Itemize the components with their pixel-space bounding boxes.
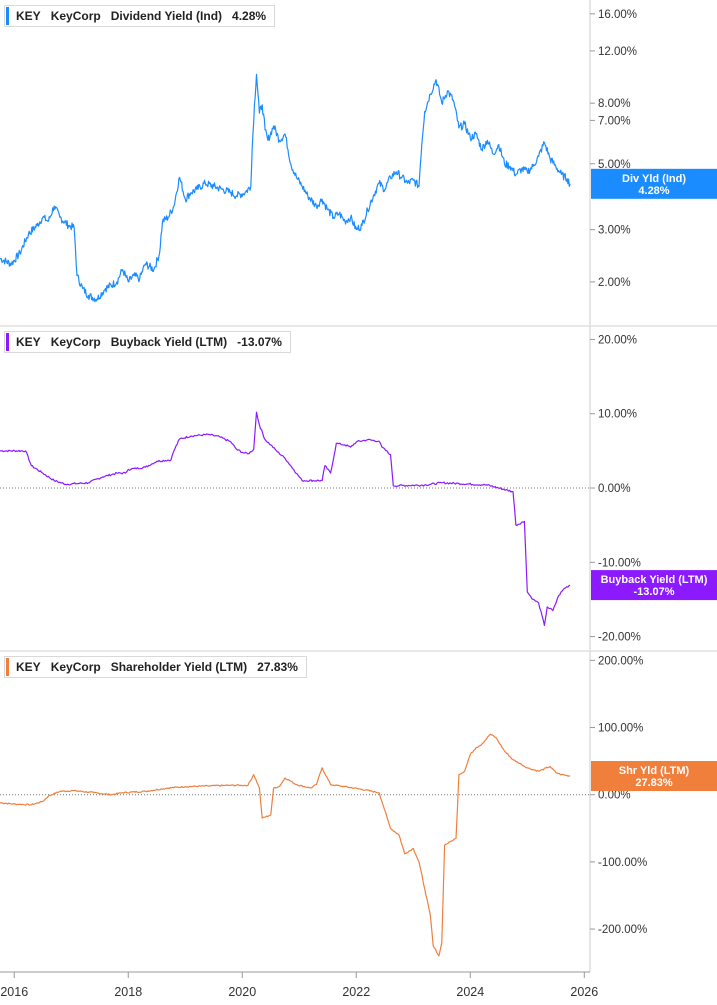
y-tick-label: 16.00% <box>598 9 637 21</box>
y-tick-label: 0.00% <box>598 483 631 495</box>
value-flag-value: -13.07% <box>634 586 675 598</box>
value-flag-label: Buyback Yield (LTM) <box>601 574 708 586</box>
legend-swatch <box>6 7 9 25</box>
legend-ticker: KEY <box>16 335 41 349</box>
legend-company: KeyCorp <box>50 9 101 23</box>
legend-metric: Shareholder Yield (LTM) <box>110 660 248 674</box>
legend-metric: Dividend Yield (Ind) <box>110 9 223 23</box>
x-tick-label: 2016 <box>0 985 28 999</box>
panel-1: 20.00% 10.00% 0.00% -10.00% -20.00% Buyback Y… <box>0 325 717 650</box>
x-tick-label: 2020 <box>228 985 256 999</box>
x-axis: 2016 2018 2020 2022 2024 2026 <box>0 971 598 999</box>
y-tick-label: 7.00% <box>598 115 631 127</box>
y-tick-label: -200.00% <box>598 924 647 936</box>
y-tick-label: 2.00% <box>598 277 631 289</box>
value-flag: Div Yld (Ind)4.28% <box>591 168 717 199</box>
y-tick-label: 20.00% <box>598 334 637 346</box>
y-tick-label: 8.00% <box>598 98 631 110</box>
y-tick-label: 100.00% <box>598 723 643 735</box>
series-line[interactable] <box>0 733 571 957</box>
panel-2: 200.00% 100.00% 0.00% -100.00% -200.00% Shr Y… <box>0 650 717 972</box>
x-tick-label: 2022 <box>342 985 370 999</box>
y-tick-label: 12.00% <box>598 46 637 58</box>
legend-value: 4.28% <box>232 9 267 23</box>
x-tick-label: 2024 <box>456 985 484 999</box>
y-tick-label: -20.00% <box>598 632 641 644</box>
value-flag-label: Shr Yld (LTM) <box>619 765 690 777</box>
legend-company: KeyCorp <box>50 335 101 349</box>
panel-0: 2.00%3.00%5.00%7.00%8.00%12.00%16.00%Div… <box>0 0 717 325</box>
legend-dividend-yield[interactable]: KEY KeyCorp Dividend Yield (Ind) 4.28% <box>4 5 276 27</box>
legend-company: KeyCorp <box>50 660 101 674</box>
legend-value: 27.83% <box>257 660 298 674</box>
legend-buyback-yield[interactable]: KEY KeyCorp Buyback Yield (LTM) -13.07% <box>4 331 291 353</box>
series-line[interactable] <box>0 73 571 303</box>
y-tick-label: -100.00% <box>598 857 647 869</box>
value-flag-value: 4.28% <box>638 185 669 197</box>
x-tick-label: 2026 <box>570 985 598 999</box>
y-tick-label: 3.00% <box>598 225 631 237</box>
legend-shareholder-yield[interactable]: KEY KeyCorp Shareholder Yield (LTM) 27.8… <box>4 656 307 678</box>
legend-value: -13.07% <box>237 335 282 349</box>
series-line[interactable] <box>0 411 571 626</box>
value-flag-value: 27.83% <box>635 777 673 789</box>
legend-swatch <box>6 658 9 676</box>
chart-canvas: 2.00%3.00%5.00%7.00%8.00%12.00%16.00%Div… <box>0 0 717 999</box>
legend-metric: Buyback Yield (LTM) <box>110 335 228 349</box>
y-tick-label: 200.00% <box>598 655 643 667</box>
y-tick-label: 10.00% <box>598 409 637 421</box>
legend-swatch <box>6 333 9 351</box>
legend-ticker: KEY <box>16 9 41 23</box>
y-tick-label: -10.00% <box>598 557 641 569</box>
value-flag: Buyback Yield (LTM)-13.07% <box>591 570 717 601</box>
value-flag-label: Div Yld (Ind) <box>622 173 686 185</box>
x-tick-label: 2018 <box>114 985 142 999</box>
y-tick-label: 0.00% <box>598 790 631 802</box>
value-flag: Shr Yld (LTM)27.83% <box>591 761 717 792</box>
legend-ticker: KEY <box>16 660 41 674</box>
